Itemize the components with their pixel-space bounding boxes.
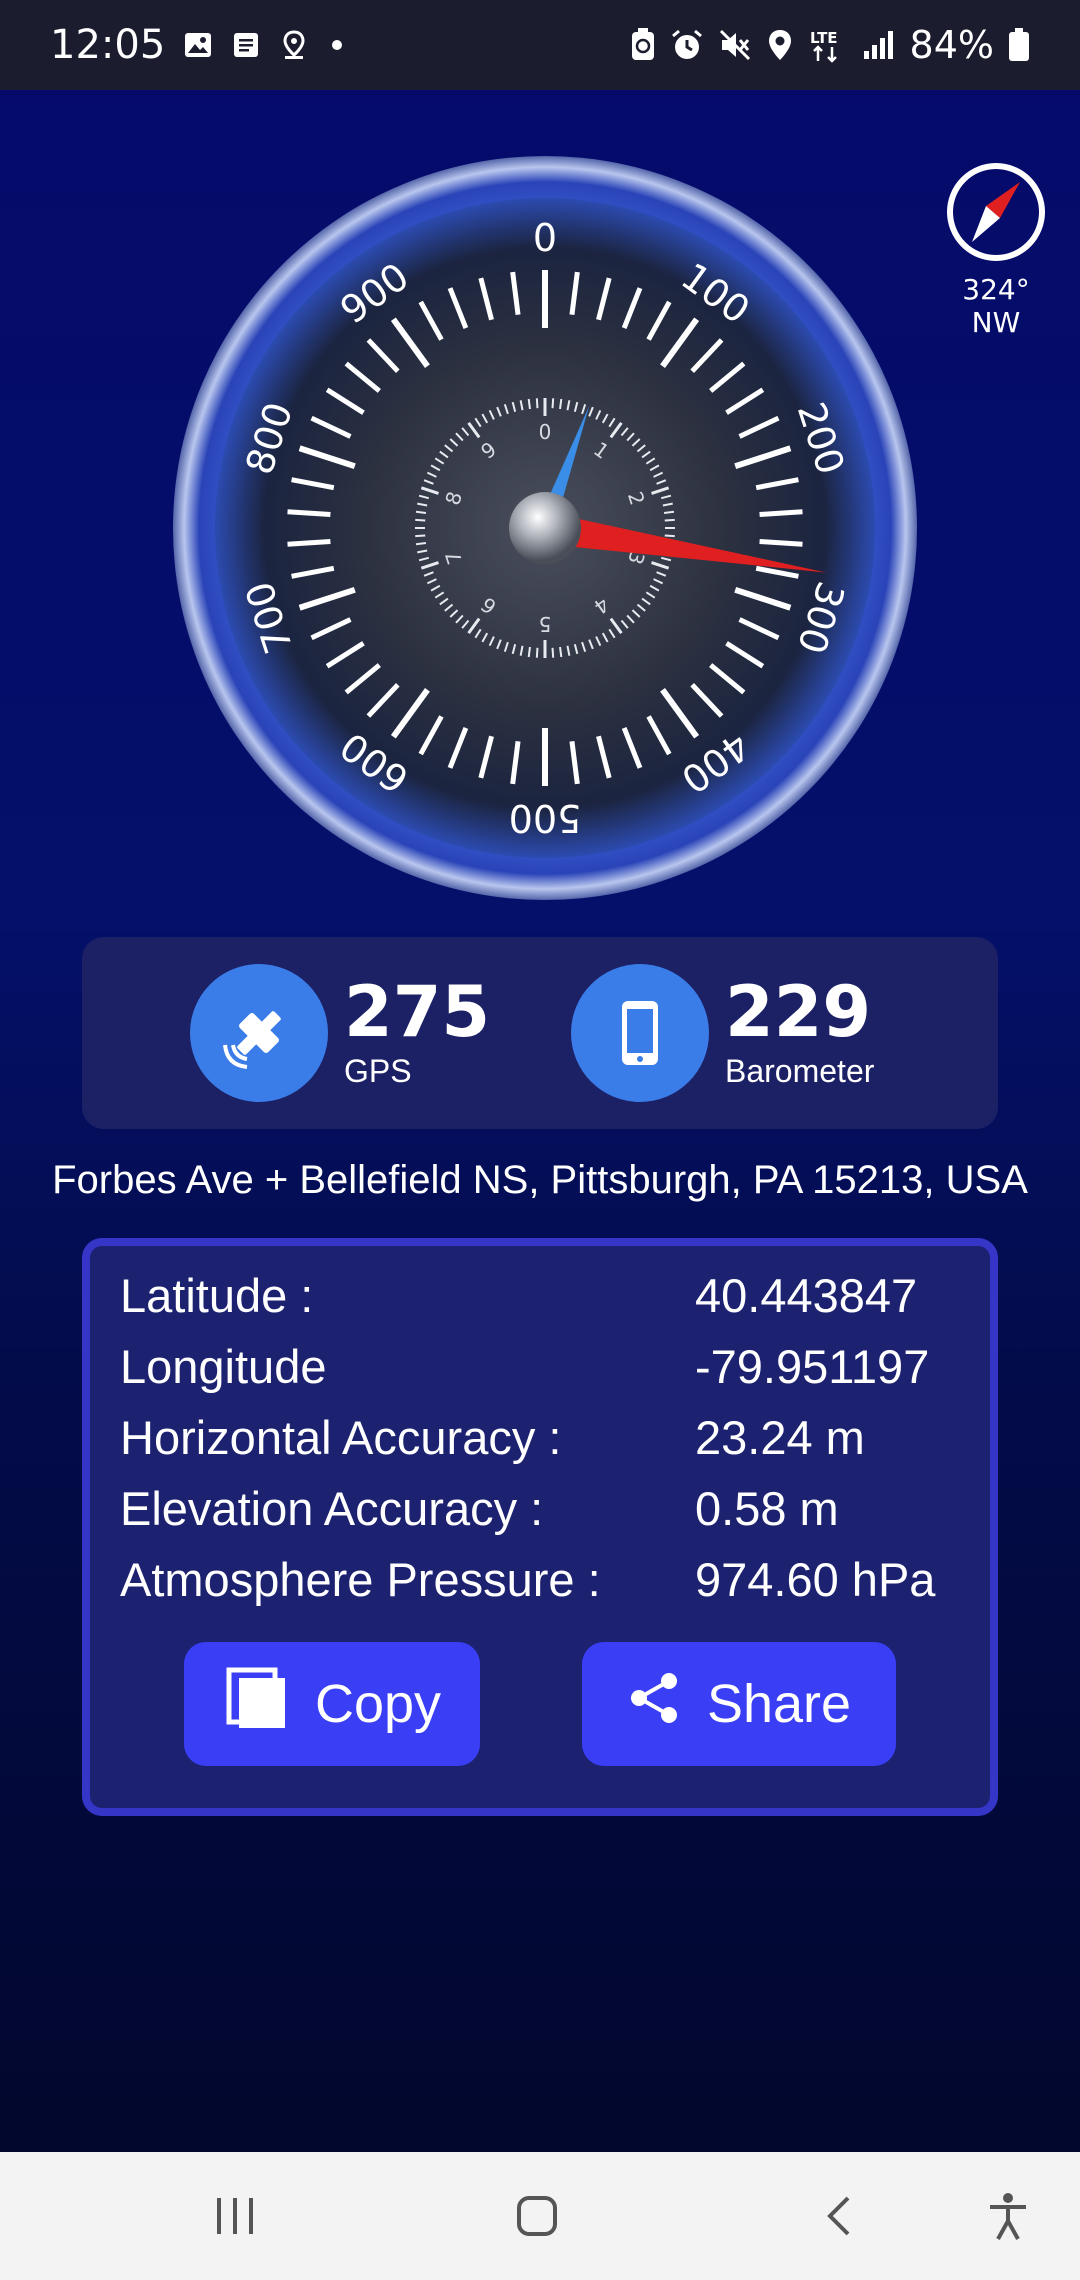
status-time: 12:05: [50, 22, 166, 68]
location-icon: [766, 28, 794, 62]
battery-icon: [1008, 28, 1030, 62]
info-key: Latitude :: [120, 1269, 314, 1322]
battery-saver-icon: [630, 28, 656, 62]
gauge-outer-label: 0: [533, 216, 557, 260]
gauge-hub: [509, 492, 581, 564]
back-icon: [827, 2196, 850, 2236]
info-key: Horizontal Accuracy :: [120, 1411, 562, 1464]
gps-label: GPS: [344, 1052, 412, 1089]
info-row-latitude: Latitude : 40.443847: [120, 1268, 980, 1330]
satellite-icon: [190, 964, 328, 1102]
info-row-elevation-accuracy: Elevation Accuracy : 0.58 m: [120, 1481, 980, 1543]
mute-icon: [718, 28, 752, 62]
barometer-stat: 229 Barometer: [571, 964, 874, 1102]
compass-icon: [947, 163, 1045, 261]
altimeter-gauge: 0 100 200 300 400 500 600 700 800 900 0123456789: [172, 155, 918, 901]
info-value: -79.951197: [695, 1340, 930, 1393]
lte-icon: LTE: [808, 27, 848, 63]
info-value: 0.58 m: [695, 1482, 839, 1535]
info-key: Longitude: [120, 1340, 327, 1393]
alarm-icon: [670, 28, 704, 62]
copy-label: Copy: [314, 1674, 442, 1734]
share-icon: [627, 1670, 683, 1739]
location-pin-icon: [279, 29, 309, 61]
signal-icon: [862, 29, 896, 61]
info-row-longitude: Longitude -79.951197: [120, 1339, 980, 1401]
address-text: Forbes Ave + Bellefield NS, Pittsburgh, …: [52, 1158, 1028, 1202]
compass-button[interactable]: 324° NW: [934, 160, 1058, 339]
gauge-inner-label: 0: [539, 420, 552, 444]
gps-stat: 275 GPS: [190, 964, 490, 1102]
info-value: 40.443847: [695, 1269, 918, 1322]
back-button[interactable]: [800, 2186, 880, 2246]
image-icon: [183, 30, 213, 60]
share-label: Share: [706, 1674, 852, 1734]
info-value: 23.24 m: [695, 1411, 865, 1464]
barometer-altitude: 229: [725, 970, 872, 1053]
info-row-horizontal-accuracy: Horizontal Accuracy : 23.24 m: [120, 1410, 980, 1472]
recent-apps-button[interactable]: [195, 2186, 275, 2246]
system-nav-bar: [0, 2152, 1080, 2280]
accessibility-button[interactable]: [968, 2186, 1048, 2246]
battery-percent: 84%: [909, 23, 994, 67]
info-key: Elevation Accuracy :: [120, 1482, 544, 1535]
barometer-label: Barometer: [725, 1052, 875, 1089]
info-value: 974.60 hPa: [695, 1553, 936, 1606]
info-key: Atmosphere Pressure :: [120, 1553, 601, 1606]
share-button[interactable]: Share: [582, 1642, 896, 1766]
gauge-outer-label: 500: [509, 796, 582, 840]
recent-apps-icon: [217, 2198, 253, 2234]
stats-card: 275 GPS 229 Barometer: [82, 937, 998, 1129]
location-info-card: Latitude : 40.443847 Longitude -79.95119…: [82, 1238, 998, 1816]
compass-heading: 324° NW: [962, 273, 1030, 339]
copy-button[interactable]: Copy: [184, 1642, 480, 1766]
home-icon: [517, 2196, 557, 2236]
phone-icon: [571, 964, 709, 1102]
status-bar: 12:05 LTE 84%: [0, 0, 1080, 90]
gps-altitude: 275: [344, 970, 491, 1053]
info-row-atmosphere-pressure: Atmosphere Pressure : 974.60 hPa: [120, 1552, 980, 1614]
copy-icon: [223, 1664, 291, 1745]
gauge-inner-label: 5: [539, 612, 552, 636]
accessibility-icon: [990, 2193, 1026, 2240]
svg-text:LTE: LTE: [810, 29, 838, 47]
home-button[interactable]: [497, 2186, 577, 2246]
note-icon: [231, 30, 261, 60]
dot-icon: [327, 35, 347, 55]
